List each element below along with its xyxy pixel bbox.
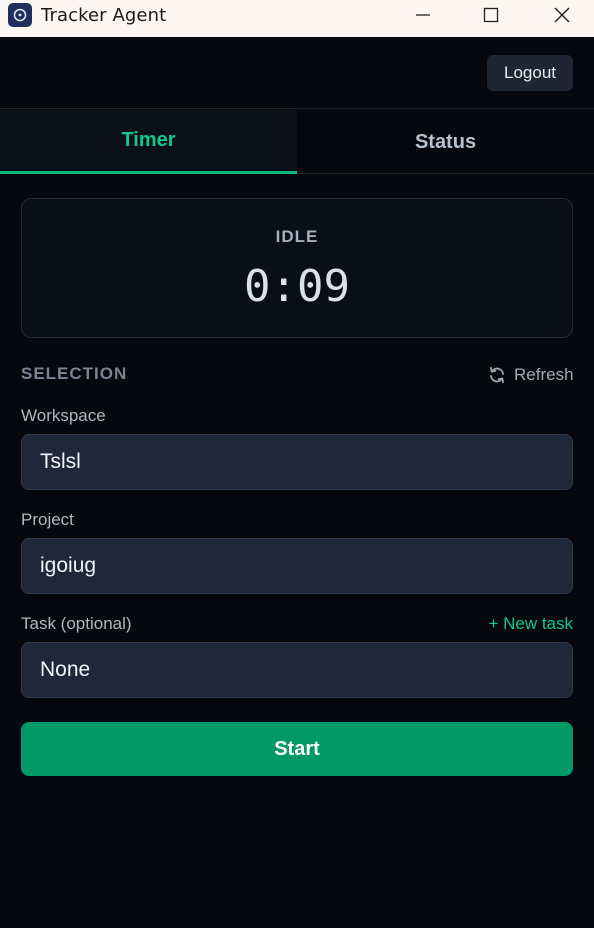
task-select[interactable]: None <box>21 642 573 698</box>
task-value: None <box>40 658 91 681</box>
tab-status[interactable]: Status <box>297 110 594 174</box>
project-value: igoiug <box>40 554 97 577</box>
window-title: Tracker Agent <box>41 5 167 26</box>
refresh-button[interactable]: Refresh <box>487 364 574 386</box>
logout-button[interactable]: Logout <box>487 55 573 91</box>
window-titlebar: Tracker Agent <box>0 0 594 37</box>
timer-display: 0:09 <box>244 261 350 312</box>
selection-section-label: SELECTION <box>21 364 128 383</box>
minimize-button[interactable] <box>388 0 458 30</box>
tab-timer[interactable]: Timer <box>0 110 297 174</box>
tab-bar: Timer Status <box>0 110 594 174</box>
close-button[interactable] <box>527 0 594 30</box>
maximize-icon <box>483 7 499 23</box>
close-icon <box>554 7 570 23</box>
timer-card: IDLE 0:09 <box>21 198 573 338</box>
project-select[interactable]: igoiug <box>21 538 573 594</box>
maximize-button[interactable] <box>456 0 526 30</box>
refresh-icon <box>490 366 504 384</box>
tracker-app-icon <box>8 3 32 27</box>
refresh-label: Refresh <box>514 365 574 384</box>
workspace-label: Workspace <box>21 406 106 425</box>
workspace-value: Tslsl <box>40 450 81 473</box>
workspace-select[interactable]: Tslsl <box>21 434 573 490</box>
app-header: Logout <box>0 37 594 109</box>
minimize-icon <box>416 14 430 16</box>
start-button[interactable]: Start <box>21 722 573 776</box>
task-label: Task (optional) <box>21 614 132 633</box>
timer-state: IDLE <box>275 227 319 246</box>
project-label: Project <box>21 510 74 529</box>
new-task-link[interactable]: + New task <box>488 614 573 634</box>
